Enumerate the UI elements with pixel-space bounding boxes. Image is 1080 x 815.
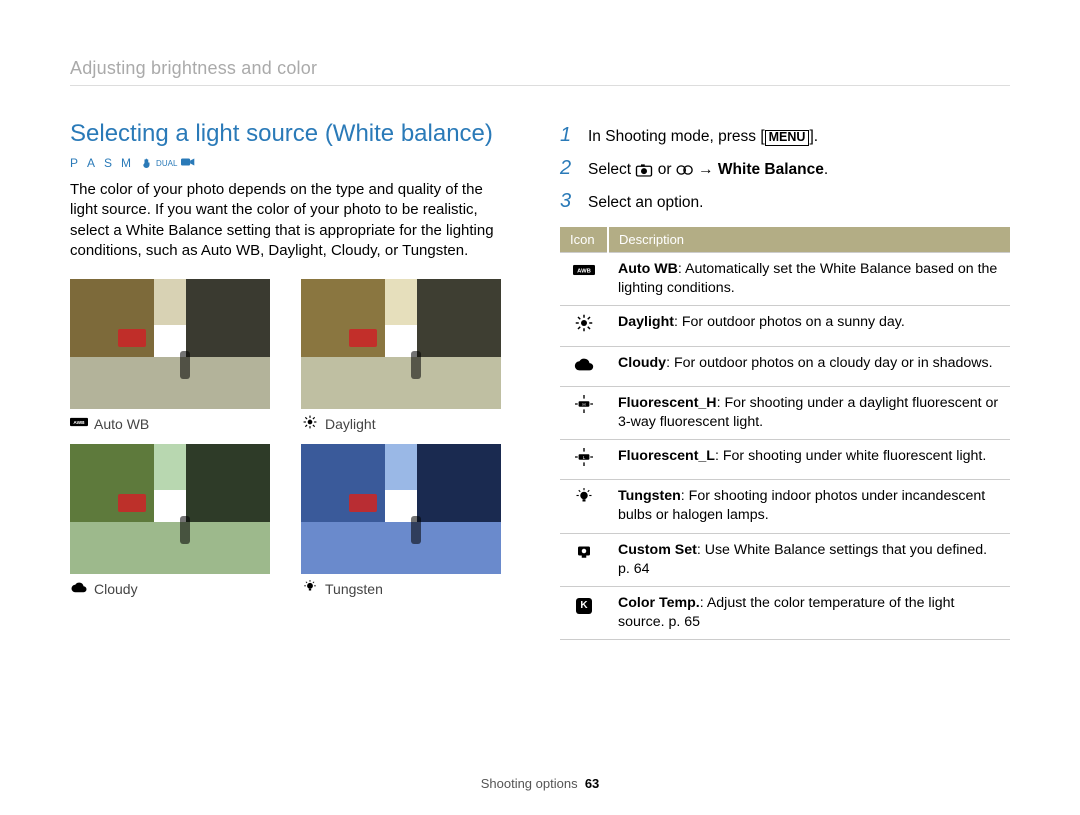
wb-options-table: Icon Description Auto WB: Automatically … xyxy=(560,227,1010,640)
thumb-daylight-label: Daylight xyxy=(325,416,376,432)
mode-dual-label: DUAL xyxy=(156,159,177,168)
bulb-icon xyxy=(573,494,595,510)
row-bold: Daylight xyxy=(618,314,674,330)
table-row: K Color Temp.: Adjust the color temperat… xyxy=(560,586,1010,639)
bulb-icon xyxy=(301,580,319,597)
page-number: 63 xyxy=(585,776,599,791)
intro-text: The color of your photo depends on the t… xyxy=(70,180,510,261)
step-2-number: 2 xyxy=(560,157,576,180)
thumb-daylight: Daylight xyxy=(301,279,510,432)
thumb-tungsten: Tungsten xyxy=(301,444,510,597)
thumb-cloudy-label: Cloudy xyxy=(94,581,138,597)
step-1-pre: In Shooting mode, press [ xyxy=(588,128,765,145)
step-3: 3 Select an option. xyxy=(560,190,1010,213)
custom-set-icon xyxy=(573,548,595,564)
row-bold: Fluorescent_H xyxy=(618,395,717,411)
table-row: Auto WB: Automatically set the White Bal… xyxy=(560,253,1010,306)
row-bold: Cloudy xyxy=(618,355,666,371)
table-row: Fluorescent_H: For shooting under a dayl… xyxy=(560,386,1010,439)
cloud-icon xyxy=(70,580,88,597)
step-2-or: or xyxy=(653,161,675,178)
step-2-end: . xyxy=(824,161,828,178)
mode-video-icon xyxy=(181,156,195,170)
awb-badge-icon xyxy=(573,267,595,283)
table-row: Daylight: For outdoor photos on a sunny … xyxy=(560,306,1010,346)
table-row: Cloudy: For outdoor photos on a cloudy d… xyxy=(560,346,1010,386)
cloud-icon xyxy=(573,361,595,377)
mode-s: S xyxy=(104,156,117,170)
row-bold: Color Temp. xyxy=(618,595,700,611)
menu-button-label: MENU xyxy=(765,130,810,146)
step-2-pre: Select xyxy=(588,161,635,178)
table-row: Tungsten: For shooting indoor photos und… xyxy=(560,480,1010,533)
thumb-tungsten-label: Tungsten xyxy=(325,581,383,597)
sun-icon xyxy=(301,415,319,432)
sun-icon xyxy=(573,320,595,336)
fluorescent-h-icon xyxy=(573,401,595,417)
thumb-auto-wb-label: Auto WB xyxy=(94,416,149,432)
row-rest: : For outdoor photos on a sunny day. xyxy=(674,314,905,330)
example-thumbnails: Auto WB Daylight Cloudy Tungsten xyxy=(70,279,510,597)
section-title: Selecting a light source (White balance) xyxy=(70,120,510,148)
row-bold: Auto WB xyxy=(618,261,678,277)
step-3-text: Select an option. xyxy=(588,194,703,212)
mode-a: A xyxy=(87,156,100,170)
footer-label: Shooting options xyxy=(481,776,578,791)
page-footer: Shooting options 63 xyxy=(0,776,1080,791)
row-bold: Tungsten xyxy=(618,488,681,504)
row-bold: Fluorescent_L xyxy=(618,448,715,464)
camera-icon xyxy=(635,163,653,177)
step-1: 1 In Shooting mode, press [MENU]. xyxy=(560,124,1010,147)
awb-icon xyxy=(70,415,88,432)
table-row: Fluorescent_L: For shooting under white … xyxy=(560,440,1010,480)
thumb-auto-wb: Auto WB xyxy=(70,279,279,432)
step-3-number: 3 xyxy=(560,190,576,213)
row-rest: : For shooting under white fluorescent l… xyxy=(715,448,986,464)
steps-list: 1 In Shooting mode, press [MENU]. 2 Sele… xyxy=(560,124,1010,213)
kelvin-icon: K xyxy=(576,598,592,614)
step-2: 2 Select or → White Balance. xyxy=(560,157,1010,180)
video-reel-icon xyxy=(676,163,694,177)
th-description: Description xyxy=(608,227,1010,253)
fluorescent-l-icon xyxy=(573,454,595,470)
mode-indicator-row: PASM DUAL xyxy=(70,156,510,170)
thumb-cloudy: Cloudy xyxy=(70,444,279,597)
step-2-bold: White Balance xyxy=(718,161,824,178)
row-rest: : For outdoor photos on a cloudy day or … xyxy=(666,355,993,371)
mode-m: M xyxy=(121,156,136,170)
breadcrumb: Adjusting brightness and color xyxy=(70,58,1010,86)
row-bold: Custom Set xyxy=(618,542,697,558)
step-2-arrow: → xyxy=(694,161,718,178)
th-icon: Icon xyxy=(560,227,608,253)
step-1-number: 1 xyxy=(560,124,576,147)
mode-dual-icon: DUAL xyxy=(140,158,177,168)
table-row: Custom Set: Use White Balance settings t… xyxy=(560,533,1010,586)
step-1-post: ]. xyxy=(809,128,818,145)
mode-p: P xyxy=(70,156,83,170)
